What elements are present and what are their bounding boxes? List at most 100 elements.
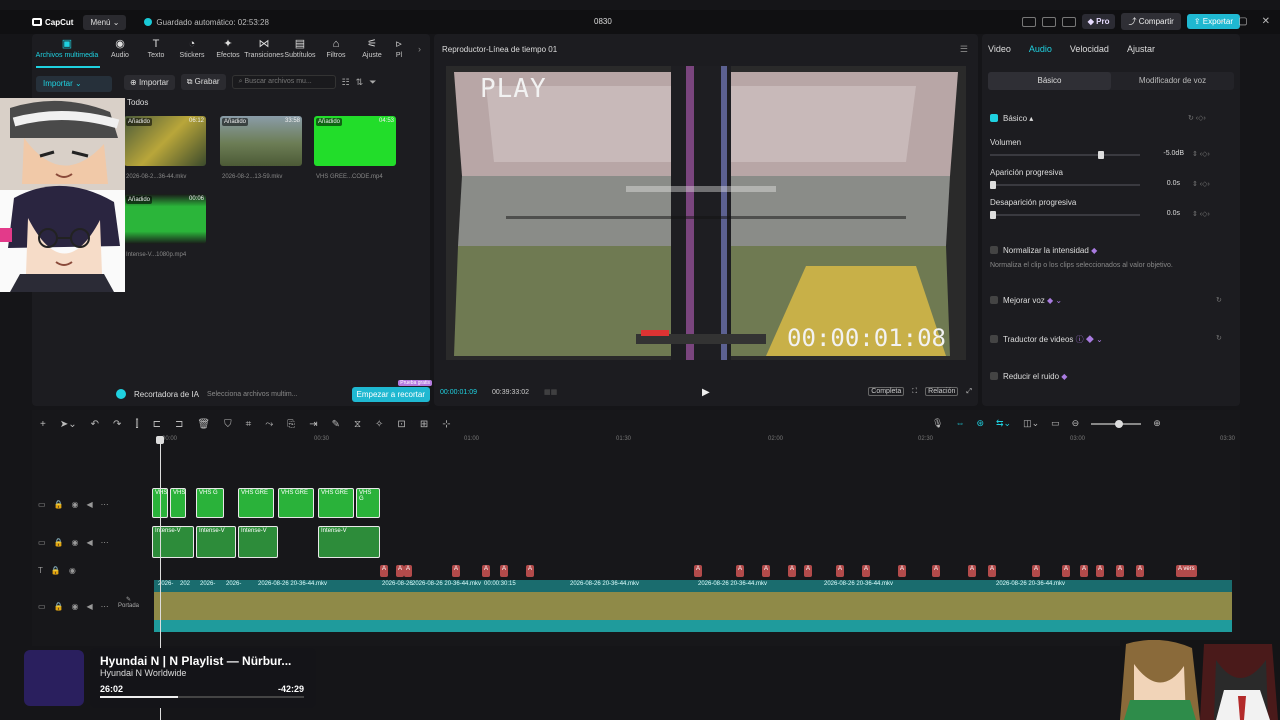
volume-keyframe-icon[interactable]: ⇕ ‹◇› [1192, 150, 1210, 158]
preview-icon[interactable]: ◫⌄ [1023, 418, 1039, 429]
fit-icon[interactable]: ⛶ [912, 388, 917, 396]
visibility-icon[interactable]: ◉ [72, 500, 79, 509]
zoom-in-icon[interactable]: ⊕ [1153, 418, 1161, 429]
text-track-icon[interactable]: T [38, 566, 43, 575]
keyboard-icon[interactable] [1061, 16, 1076, 27]
fadein-knob[interactable] [990, 181, 996, 189]
screen-icon[interactable]: ⊡ [397, 419, 405, 430]
tab-adjust-inspector[interactable]: Ajustar [1127, 44, 1155, 54]
timeline-strip-icon[interactable]: ▦▦ [544, 388, 557, 396]
lock-icon[interactable]: 🔒 [51, 566, 61, 575]
start-trim-button[interactable]: Empezar a recortar Prueba gratis [351, 379, 432, 402]
mirror-icon[interactable]: ⧖ [354, 419, 361, 430]
lock-icon[interactable]: 🔒 [54, 500, 64, 509]
fadeout-value[interactable]: 0.0s [1140, 210, 1180, 217]
speed-icon[interactable]: ⤳ [265, 419, 273, 430]
freeze-icon[interactable]: ⇥ [309, 419, 317, 430]
main-video-clip[interactable]: 2026- 202 2026- 2026- 2026-08-26 20-36-44.mk… [154, 580, 1232, 632]
zoom-slider[interactable] [1091, 420, 1142, 428]
view-grid-icon[interactable]: ☷ [342, 77, 350, 88]
text-marker[interactable]: A [1062, 565, 1071, 577]
tab-filters[interactable]: ⌂ Filtros [318, 38, 354, 66]
text-marker[interactable]: A [862, 565, 871, 577]
crop-icon[interactable]: ⌗ [246, 419, 252, 430]
text-marker[interactable]: A [1136, 565, 1145, 577]
ratio-button[interactable]: Relación [925, 387, 959, 396]
text-marker[interactable]: A [762, 565, 771, 577]
visibility-icon[interactable]: ◉ [72, 602, 79, 611]
text-marker[interactable]: A [968, 565, 977, 577]
mute-icon[interactable]: ◀ [87, 500, 93, 509]
volume-value[interactable]: -5.0dB [1144, 150, 1184, 157]
maximize-icon[interactable]: ▢ [1238, 16, 1247, 27]
side-import-button[interactable]: Importar ⌄ [36, 76, 112, 92]
text-marker[interactable]: A [804, 565, 813, 577]
fullscreen-icon[interactable]: ⤢ [966, 388, 972, 396]
tab-text[interactable]: T Texto [138, 38, 174, 66]
translate-checkbox[interactable] [990, 335, 998, 343]
translate-row[interactable]: Traductor de videos ⓘ ◆ ⌄ [990, 334, 1103, 345]
volume-slider[interactable] [990, 151, 1140, 159]
tab-subtitles[interactable]: ▤ Subtítulos [282, 38, 318, 66]
split-left-icon[interactable]: ⊏ [153, 419, 161, 430]
track-progress[interactable] [100, 696, 304, 698]
overlay-clip[interactable]: VHS G [196, 488, 224, 518]
media-search-input[interactable]: ⌕ Buscar archivos mu... [231, 75, 336, 89]
mute-icon[interactable]: ◀ [87, 538, 93, 547]
snap-icon[interactable]: ⇆⌄ [996, 418, 1011, 429]
import-button[interactable]: ⊕ Importar [124, 74, 175, 90]
overlay-clip[interactable]: VHS GRE [318, 488, 354, 518]
shield-icon[interactable]: ⛉ [224, 419, 232, 430]
text-marker[interactable]: A [1116, 565, 1125, 577]
overlay-clip-2[interactable]: Intense-V [196, 526, 236, 558]
split-right-icon[interactable]: ⊐ [175, 419, 183, 430]
text-marker[interactable]: A [988, 565, 997, 577]
text-marker[interactable]: A [932, 565, 941, 577]
overlay-clip-2[interactable]: Intense-V [318, 526, 380, 558]
normalize-row[interactable]: Normalizar la intensidad ◆ [990, 246, 1097, 255]
zoom-knob[interactable] [1115, 420, 1124, 428]
overlay-clip[interactable]: VHS G [356, 488, 380, 518]
text-marker[interactable]: A [1096, 565, 1105, 577]
subtab-basic[interactable]: Básico [988, 72, 1111, 90]
basic-checkbox[interactable] [990, 114, 998, 122]
text-marker[interactable]: A [898, 565, 907, 577]
video-preview[interactable]: PLAY 00:00:01:08 [446, 66, 966, 360]
track-edit-icon[interactable]: ▭ [38, 538, 46, 547]
overlay-clip[interactable]: VHS GRE [238, 488, 274, 518]
fadeout-slider[interactable] [990, 211, 1140, 219]
sort-icon[interactable]: ⇅ [356, 77, 364, 88]
layout-icon[interactable] [1021, 16, 1036, 27]
magic-icon[interactable]: ✧ [375, 419, 383, 430]
shortcuts-icon[interactable] [1041, 16, 1056, 27]
volume-knob[interactable] [1098, 151, 1104, 159]
text-marker[interactable]: A [396, 565, 405, 577]
overlay-clip[interactable]: VHS [170, 488, 186, 518]
quality-button[interactable]: Completa [868, 387, 905, 396]
media-thumb-3[interactable]: Añadido 04:53 [314, 116, 396, 166]
track-icon[interactable]: ⊹ [442, 419, 450, 430]
text-marker[interactable]: A [1080, 565, 1089, 577]
noise-checkbox[interactable] [990, 372, 998, 380]
more-icon[interactable]: ⋯ [101, 602, 109, 611]
text-marker[interactable]: A [526, 565, 535, 577]
normalize-checkbox[interactable] [990, 246, 998, 254]
text-marker[interactable]: A [1032, 565, 1041, 577]
basic-section-header[interactable]: Básico ▴ [990, 114, 1033, 123]
text-marker[interactable]: A [482, 565, 491, 577]
photo-icon[interactable]: ⊞ [420, 419, 428, 430]
text-marker[interactable]: A [836, 565, 845, 577]
select-tool-icon[interactable]: ➤⌄ [60, 419, 77, 430]
visibility-icon[interactable]: ◉ [69, 566, 76, 575]
track-edit-icon[interactable]: ▭ [38, 602, 46, 611]
fadeout-keyframe-icon[interactable]: ⇕ ‹◇› [1192, 210, 1210, 218]
split-icon[interactable]: ⫿ [135, 419, 138, 430]
more-icon[interactable]: ⋯ [101, 538, 109, 547]
media-thumb-4[interactable]: Añadido 00:06 [124, 194, 206, 244]
menu-button[interactable]: Menú ⌄ [83, 14, 127, 30]
fadeout-knob[interactable] [990, 211, 996, 219]
zoom-out-icon[interactable]: ⊖ [1072, 418, 1080, 429]
fadein-value[interactable]: 0.0s [1140, 180, 1180, 187]
filter-icon[interactable]: ⏷ [369, 77, 376, 88]
share-button[interactable]: ⤴ Compartir [1121, 13, 1181, 30]
